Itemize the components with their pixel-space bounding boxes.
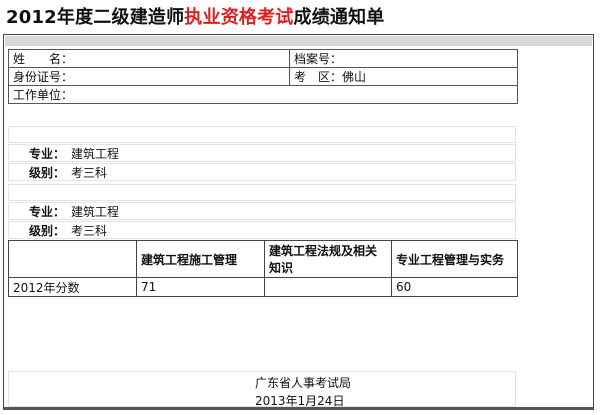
employer-cell: 工作单位： bbox=[8, 85, 518, 104]
page-title: 2012年度二级建造师执业资格考试成绩通知单 bbox=[6, 3, 385, 29]
level-value: 考三科 bbox=[71, 223, 108, 238]
section-2-major-row: 专业： 建筑工程 bbox=[8, 202, 516, 220]
subject-header-construction-management: 建筑工程施工管理 bbox=[136, 240, 265, 278]
major-label: 专业： bbox=[29, 146, 66, 161]
section-1-level-row: 级别： 考三科 bbox=[8, 163, 516, 181]
score-regulations bbox=[264, 277, 392, 297]
spacer-row bbox=[8, 126, 516, 143]
section-2-level-row: 级别： 考三科 bbox=[8, 221, 516, 239]
scores-header-row: 建筑工程施工管理 建筑工程法规及相关知识 专业工程管理与实务 bbox=[8, 240, 518, 278]
level-label: 级别： bbox=[29, 165, 66, 180]
title-part-3: 成绩通知单 bbox=[293, 7, 385, 28]
employer-label: 工作单位： bbox=[13, 88, 74, 102]
id-label: 身份证号： bbox=[13, 70, 74, 84]
info-row-employer: 工作单位： bbox=[8, 85, 518, 104]
file-no-label: 档案号： bbox=[294, 52, 343, 66]
name-label: 姓 名： bbox=[13, 52, 74, 66]
scores-row-label: 2012年分数 bbox=[8, 277, 137, 297]
major-label: 专业： bbox=[29, 204, 66, 219]
issue-date: 2013年1月24日 bbox=[255, 394, 345, 408]
file-no-cell: 档案号： bbox=[289, 49, 518, 68]
score-practice: 60 bbox=[391, 277, 518, 297]
scores-header-blank bbox=[8, 240, 137, 278]
score-construction-management: 71 bbox=[136, 277, 265, 297]
section-1-major-row: 专业： 建筑工程 bbox=[8, 144, 516, 162]
title-part-1: 2012年度二级建造师 bbox=[6, 7, 185, 28]
subject-header-regulations: 建筑工程法规及相关知识 bbox=[264, 240, 392, 278]
exam-area-value: 佛山 bbox=[342, 70, 367, 84]
info-row-id: 身份证号： 考 区：佛山 bbox=[8, 67, 518, 86]
subject-header-practice: 专业工程管理与实务 bbox=[391, 240, 518, 278]
scores-table: 建筑工程施工管理 建筑工程法规及相关知识 专业工程管理与实务 2012年分数 7… bbox=[8, 240, 518, 297]
scores-value-row: 2012年分数 71 60 bbox=[8, 277, 518, 297]
major-value: 建筑工程 bbox=[71, 204, 120, 219]
id-cell: 身份证号： bbox=[8, 67, 290, 86]
level-value: 考三科 bbox=[71, 165, 108, 180]
exam-area-cell: 考 区：佛山 bbox=[289, 67, 518, 86]
major-value: 建筑工程 bbox=[71, 146, 120, 161]
header-strip bbox=[5, 36, 592, 46]
info-row-name: 姓 名： 档案号： bbox=[8, 49, 518, 68]
issuer: 广东省人事考试局 bbox=[255, 376, 352, 390]
title-part-2: 执业资格考试 bbox=[184, 7, 294, 28]
name-cell: 姓 名： bbox=[8, 49, 290, 68]
level-label: 级别： bbox=[29, 223, 66, 238]
candidate-info-table: 姓 名： 档案号： 身份证号： 考 区：佛山 工作单位： bbox=[8, 49, 518, 104]
exam-area-label: 考 区： bbox=[294, 70, 343, 84]
spacer-row bbox=[8, 184, 516, 201]
